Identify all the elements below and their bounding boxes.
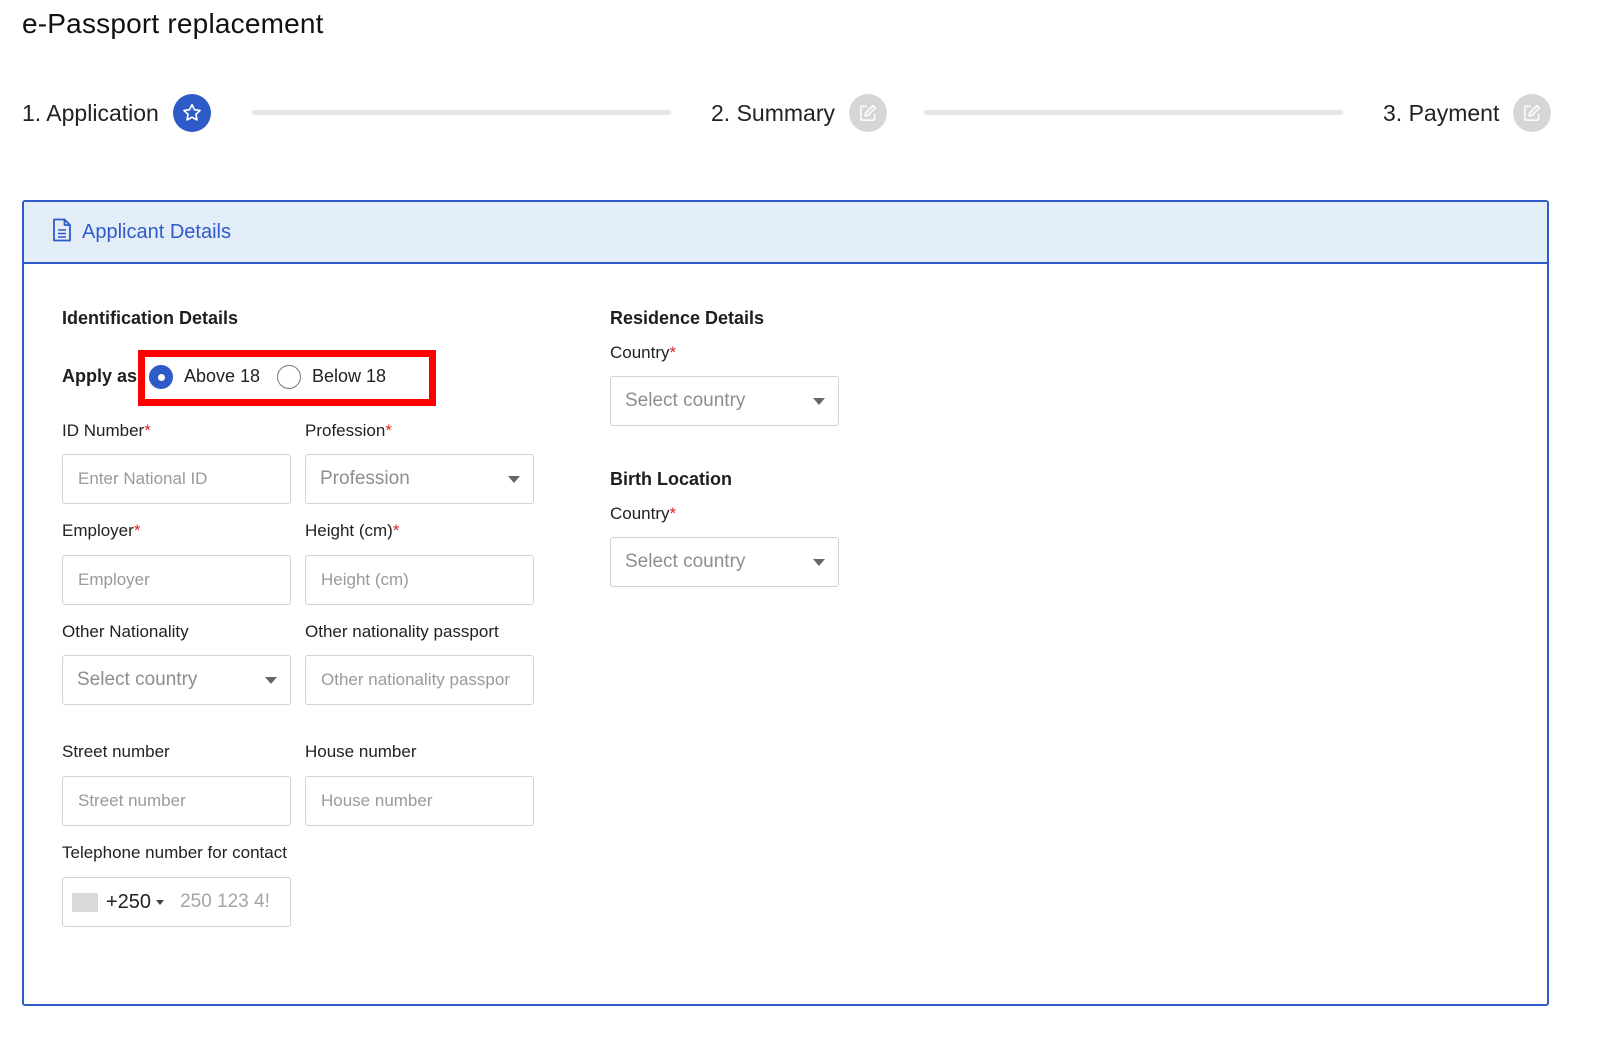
- star-icon: [172, 94, 211, 132]
- profession-select-value: Profession: [320, 468, 410, 489]
- residence-country-label: Country*: [610, 343, 677, 362]
- apply-as-label: Apply as: [62, 366, 138, 386]
- chevron-down-icon[interactable]: [156, 899, 165, 905]
- step-label: 1. Application: [22, 99, 159, 126]
- residence-country-value: Select country: [625, 390, 746, 411]
- edit-icon: [848, 94, 887, 132]
- chevron-down-icon: [813, 559, 825, 566]
- document-icon: [52, 218, 72, 247]
- birth-location-title: Birth Location: [610, 469, 732, 489]
- house-number-input[interactable]: House number: [305, 776, 534, 826]
- radio-above-18-label[interactable]: Above 18: [184, 366, 260, 387]
- identification-title: Identification Details: [62, 308, 239, 328]
- other-nationality-passport-input[interactable]: Other nationality passpor: [305, 655, 534, 705]
- birth-country-label: Country*: [610, 504, 677, 523]
- step-label: 3. Payment: [1383, 99, 1500, 126]
- chevron-down-icon: [508, 476, 520, 483]
- street-number-input[interactable]: Street number: [62, 776, 291, 826]
- house-number-label: House number: [305, 742, 417, 761]
- radio-above-18[interactable]: [149, 365, 173, 389]
- step-connector: [252, 110, 671, 115]
- employer-label: Employer*: [62, 521, 141, 540]
- card-header: Applicant Details: [24, 202, 1547, 264]
- other-nationality-label: Other Nationality: [62, 622, 189, 641]
- other-nationality-passport-label: Other nationality passport: [305, 622, 499, 641]
- profession-label: Profession*: [305, 421, 392, 440]
- employer-input[interactable]: Employer: [62, 555, 291, 605]
- chevron-down-icon: [813, 398, 825, 405]
- applicant-details-card: Applicant Details Identification Details…: [22, 200, 1549, 1006]
- telephone-label: Telephone number for contact: [62, 843, 287, 862]
- id-number-label: ID Number*: [62, 421, 151, 440]
- residence-title: Residence Details: [610, 308, 765, 328]
- profession-select[interactable]: Profession: [305, 454, 534, 504]
- telephone-field[interactable]: +250 250 123 4!: [62, 877, 291, 927]
- step-label: 2. Summary: [711, 99, 835, 126]
- step-application[interactable]: 1. Application: [22, 94, 211, 132]
- height-label: Height (cm)*: [305, 521, 400, 540]
- street-number-label: Street number: [62, 742, 170, 761]
- telephone-input[interactable]: 250 123 4!: [180, 891, 270, 913]
- radio-below-18[interactable]: [277, 365, 301, 389]
- birth-country-select[interactable]: Select country: [610, 537, 839, 587]
- page-title: e-Passport replacement: [22, 8, 324, 39]
- flag-icon[interactable]: [72, 892, 98, 912]
- dial-code[interactable]: +250: [106, 891, 151, 914]
- birth-country-value: Select country: [625, 551, 746, 572]
- step-payment[interactable]: 3. Payment: [1383, 94, 1552, 132]
- other-nationality-select[interactable]: Select country: [62, 655, 291, 705]
- card-title: Applicant Details: [82, 220, 231, 243]
- height-input[interactable]: Height (cm): [305, 555, 534, 605]
- id-number-input[interactable]: Enter National ID: [62, 454, 291, 504]
- step-connector: [924, 110, 1343, 115]
- other-nationality-select-value: Select country: [77, 669, 198, 690]
- step-summary[interactable]: 2. Summary: [711, 94, 887, 132]
- edit-icon: [1513, 94, 1552, 132]
- residence-country-select[interactable]: Select country: [610, 376, 839, 426]
- chevron-down-icon: [265, 677, 277, 684]
- radio-below-18-label[interactable]: Below 18: [312, 366, 386, 387]
